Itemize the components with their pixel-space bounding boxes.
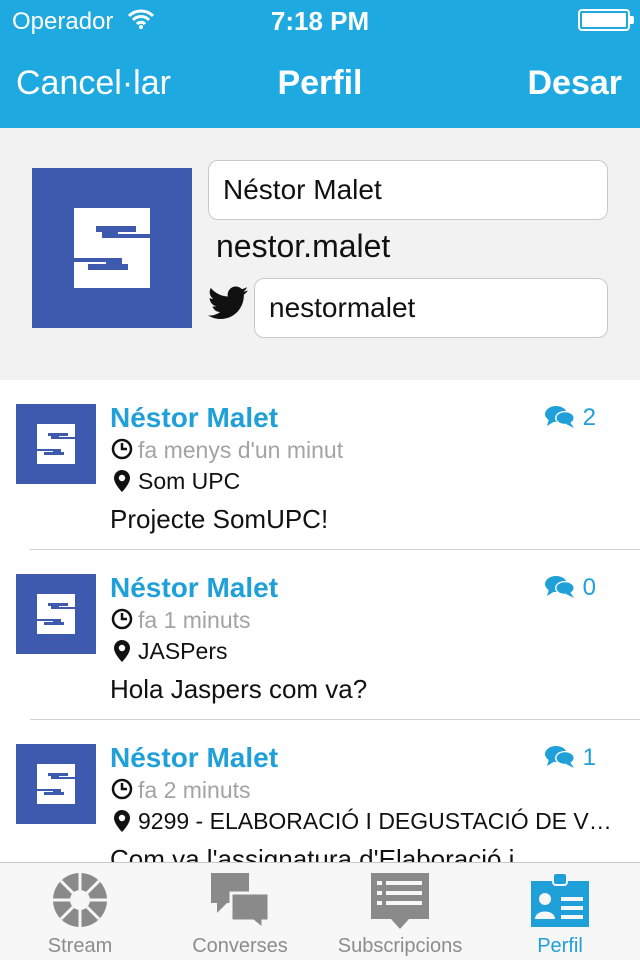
- tab-label: Perfil: [537, 935, 583, 957]
- list-item[interactable]: Néstor Malet 0 fa 1 minuts JASPers Hola …: [0, 550, 640, 720]
- stream-wheel-icon: [53, 873, 107, 927]
- twitter-field[interactable]: nestormalet: [254, 278, 608, 338]
- comment-count: 1: [582, 744, 596, 771]
- name-field[interactable]: Néstor Malet: [208, 160, 608, 220]
- clock-icon: [111, 608, 133, 630]
- post-location: JASPers: [138, 638, 228, 664]
- post-author[interactable]: Néstor Malet: [110, 572, 278, 604]
- comment-count: 0: [582, 574, 596, 601]
- tab-stream[interactable]: Stream: [0, 863, 160, 960]
- post-author[interactable]: Néstor Malet: [110, 742, 278, 774]
- username-label: nestor.malet: [216, 228, 391, 264]
- app-logo-icon: [74, 208, 150, 288]
- tab-label: Converses: [192, 935, 288, 957]
- tab-label: Stream: [47, 935, 113, 957]
- app-logo-icon: [37, 594, 75, 634]
- save-button[interactable]: Desar: [527, 64, 622, 103]
- clock-icon: [111, 778, 133, 800]
- nav-bar: Cancel·lar Perfil Desar: [0, 40, 640, 128]
- comments-icon: [545, 576, 575, 598]
- location-pin-icon: [114, 640, 130, 662]
- status-time: 7:18 PM: [270, 6, 370, 36]
- avatar: [16, 744, 96, 824]
- post-author[interactable]: Néstor Malet: [110, 402, 278, 434]
- battery-icon: [578, 9, 634, 31]
- tab-perfil[interactable]: Perfil: [480, 863, 640, 960]
- profile-badge-icon: [531, 872, 589, 927]
- subscriptions-list-icon: [371, 873, 429, 929]
- comments-icon: [545, 406, 575, 428]
- post-time: fa menys d'un minut: [138, 437, 344, 463]
- avatar[interactable]: [32, 168, 192, 328]
- tab-converses[interactable]: Converses: [160, 863, 320, 960]
- chat-bubbles-icon: [211, 873, 271, 931]
- post-time: fa 2 minuts: [138, 777, 251, 803]
- post-text: Projecte SomUPC!: [110, 504, 329, 534]
- comments-icon: [545, 746, 575, 768]
- app-logo-icon: [37, 764, 75, 804]
- post-text: Com va l'assignatura d'Elaboració i: [110, 844, 515, 862]
- profile-section: Néstor Malet nestor.malet nestormalet: [0, 128, 640, 380]
- clock-icon: [111, 438, 133, 460]
- top-bar: Operador 7:18 PM Cancel·lar Perfil Desar: [0, 0, 640, 128]
- location-pin-icon: [114, 810, 130, 832]
- list-item[interactable]: Néstor Malet 2 fa menys d'un minut Som U…: [0, 380, 640, 550]
- location-pin-icon: [114, 470, 130, 492]
- post-location: Som UPC: [138, 468, 241, 494]
- twitter-icon: [208, 286, 248, 319]
- comment-count: 2: [582, 404, 596, 431]
- post-list: Néstor Malet 2 fa menys d'un minut Som U…: [0, 380, 640, 862]
- post-text: Hola Jaspers com va?: [110, 674, 368, 704]
- tab-subscripcions[interactable]: Subscripcions: [320, 863, 480, 960]
- tab-bar: Stream Converses Subscripcions Perfil: [0, 862, 640, 960]
- post-location: 9299 - ELABORACIÓ I DEGUSTACIÓ DE VINS: [138, 808, 618, 834]
- status-bar: Operador 7:18 PM: [0, 0, 640, 40]
- avatar: [16, 574, 96, 654]
- list-item[interactable]: Néstor Malet 1 fa 2 minuts 9299 - ELABOR…: [0, 720, 640, 862]
- avatar: [16, 404, 96, 484]
- tab-label: Subscripcions: [337, 935, 463, 957]
- post-time: fa 1 minuts: [138, 607, 251, 633]
- app-logo-icon: [37, 424, 75, 464]
